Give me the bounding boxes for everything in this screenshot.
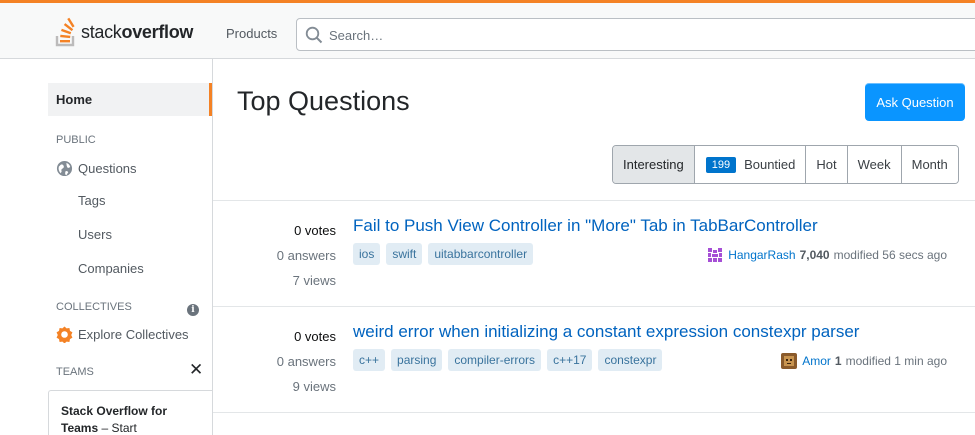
top-bar: stackoverflow Products <box>0 0 975 59</box>
sidebar-item-companies[interactable]: Companies <box>78 261 144 276</box>
tab-interesting[interactable]: Interesting <box>613 146 694 183</box>
sidebar-item-label: Explore Collectives <box>78 327 189 342</box>
tag-list: c++ parsing compiler-errors c++17 conste… <box>353 349 663 371</box>
sidebar-item-label: Questions <box>78 161 137 176</box>
avatar[interactable] <box>707 247 724 263</box>
tab-month[interactable]: Month <box>900 146 958 183</box>
teams-promo-text: – Start <box>98 421 137 435</box>
sidebar-item-users[interactable]: Users <box>78 227 112 242</box>
tag[interactable]: compiler-errors <box>448 349 542 371</box>
tab-bountied[interactable]: 199 Bountied <box>693 146 806 183</box>
tab-label: Bountied <box>744 157 796 172</box>
teams-promo: Stack Overflow for Teams – Start <box>48 390 213 435</box>
user-card: Amor 1 modified 1 min ago <box>781 353 947 369</box>
user-reputation: 1 <box>834 354 842 368</box>
question-filter-tabs: Interesting 199 Bountied Hot Week Month <box>612 145 959 184</box>
ask-question-button[interactable]: Ask Question <box>865 83 965 121</box>
sidebar-item-home[interactable]: Home <box>48 83 212 116</box>
sidebar-section-teams: TEAMS <box>56 366 94 378</box>
tag[interactable]: c++ <box>353 349 386 371</box>
info-icon[interactable]: i <box>187 304 199 316</box>
bounty-count-badge: 199 <box>705 156 737 173</box>
tag-list: ios swift uitabbarcontroller <box>353 243 534 265</box>
main-content: Top Questions Ask Question Interesting 1… <box>213 59 975 435</box>
question-title-link[interactable]: Fail to Push View Controller in "More" T… <box>353 216 818 236</box>
sidebar-item-tags[interactable]: Tags <box>78 193 105 208</box>
view-count: 7 views <box>292 273 336 288</box>
answer-count: 0 answers <box>276 248 336 263</box>
view-count: 9 views <box>292 379 336 394</box>
answer-count: 0 answers <box>276 354 336 369</box>
logo-text-light: stack <box>81 21 122 42</box>
question-stats: 0 votes 0 answers 9 views <box>213 324 336 399</box>
user-reputation: 7,040 <box>799 248 830 262</box>
tab-hot[interactable]: Hot <box>805 146 847 183</box>
stack-overflow-logo-icon <box>55 17 75 47</box>
user-name-link[interactable]: HangarRash <box>728 248 795 262</box>
globe-icon <box>56 160 73 177</box>
collectives-icon <box>56 326 73 343</box>
tag[interactable]: swift <box>386 243 423 265</box>
close-icon[interactable]: ✕ <box>189 361 203 378</box>
user-name-link[interactable]: Amor <box>802 354 831 368</box>
vote-count: 0 votes <box>294 223 336 238</box>
user-card: HangarRash 7,040 modified 56 secs ago <box>707 247 947 263</box>
question-stats: 0 votes 0 answers 7 views <box>213 218 336 293</box>
tag[interactable]: ios <box>353 243 381 265</box>
tab-week[interactable]: Week <box>846 146 901 183</box>
question-summary: 0 votes 0 answers 7 views Fail to Push V… <box>213 200 975 306</box>
search-input[interactable] <box>329 24 929 46</box>
modified-time[interactable]: modified 56 secs ago <box>834 248 947 262</box>
question-title-link[interactable]: weird error when initializing a constant… <box>353 322 859 342</box>
tag[interactable]: parsing <box>391 349 443 371</box>
sidebar-item-questions[interactable]: Questions <box>56 160 137 177</box>
tag[interactable]: c++17 <box>547 349 593 371</box>
logo-text: stackoverflow <box>81 22 193 43</box>
question-summary <box>213 412 975 435</box>
avatar[interactable] <box>781 353 798 369</box>
tag[interactable]: uitabbarcontroller <box>428 243 534 265</box>
search-icon <box>305 26 323 44</box>
modified-time[interactable]: modified 1 min ago <box>846 354 947 368</box>
products-link[interactable]: Products <box>226 26 277 41</box>
site-logo[interactable]: stackoverflow <box>55 15 193 49</box>
sidebar-section-public: PUBLIC <box>56 134 96 146</box>
search-box[interactable] <box>296 18 975 51</box>
logo-text-bold: overflow <box>121 21 194 42</box>
sidebar-item-explore-collectives[interactable]: Explore Collectives <box>56 326 189 343</box>
page-title: Top Questions <box>237 86 410 116</box>
question-summary: 0 votes 0 answers 9 views weird error wh… <box>213 306 975 412</box>
vote-count: 0 votes <box>294 329 336 344</box>
tag[interactable]: constexpr <box>598 349 663 371</box>
left-sidebar: Home PUBLIC Questions Tags Users Compani… <box>0 59 213 435</box>
sidebar-section-collectives: COLLECTIVES <box>56 301 132 313</box>
